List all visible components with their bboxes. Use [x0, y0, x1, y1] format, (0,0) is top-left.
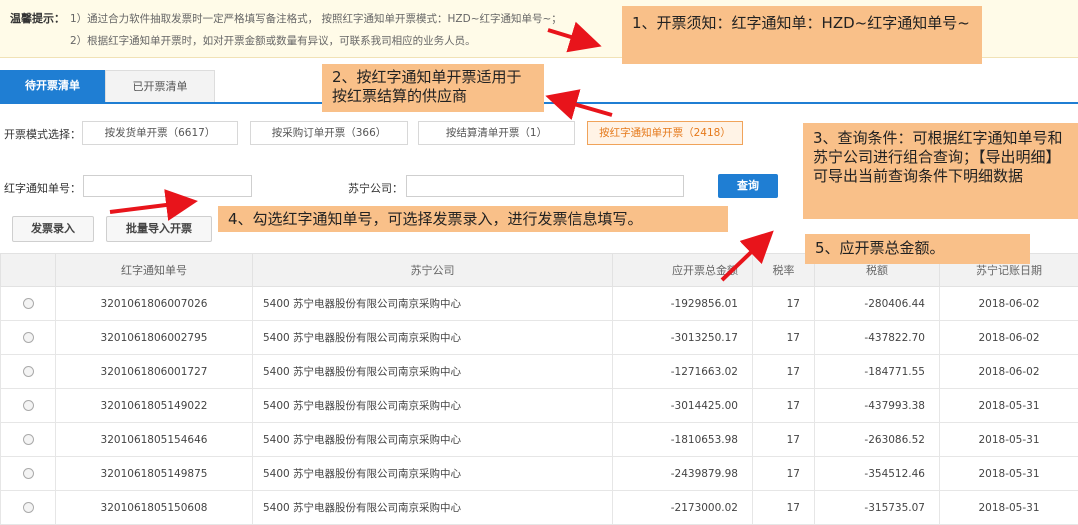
- notice-line-1: 1）通过合力软件抽取发票时一定严格填写备注格式， 按照红字通知单开票模式：HZD…: [70, 13, 562, 25]
- invoice-mode-label: 开票模式选择：: [4, 128, 81, 141]
- arrow-4: [109, 189, 198, 221]
- cell-amount: -1810653.98: [612, 422, 753, 457]
- cell-notice-no: 3201061806007026: [55, 286, 253, 321]
- search-button[interactable]: 查询: [718, 174, 778, 198]
- callout-select-row: 4、勾选红字通知单号，可选择发票录入，进行发票信息填写。: [218, 206, 728, 232]
- table-row: 3201061806002795 5400 苏宁电器股份有限公司南京采购中心 -…: [0, 320, 1078, 355]
- tab-pending-invoices[interactable]: 待开票清单: [0, 70, 105, 102]
- cell-company: 5400 苏宁电器股份有限公司南京采购中心: [252, 422, 613, 457]
- cell-company: 5400 苏宁电器股份有限公司南京采购中心: [252, 456, 613, 491]
- cell-notice-no: 3201061805149022: [55, 388, 253, 423]
- red-notice-table: 红字通知单号 苏宁公司 应开票总金额 税率 税额 苏宁记账日期 32010618…: [0, 253, 1078, 525]
- header-amount: 应开票总金额: [612, 253, 753, 287]
- cell-tax: -280406.44: [814, 286, 940, 321]
- suning-company-label: 苏宁公司：: [348, 182, 403, 195]
- cell-tax-rate: 17: [752, 456, 815, 491]
- cell-notice-no: 3201061805150608: [55, 490, 253, 525]
- table-row: 3201061805150608 5400 苏宁电器股份有限公司南京采购中心 -…: [0, 490, 1078, 525]
- radio-button[interactable]: [22, 298, 34, 309]
- radio-button[interactable]: [22, 366, 34, 377]
- batch-import-button[interactable]: 批量导入开票: [106, 216, 212, 242]
- callout-red-notice-mode: 2、按红字通知单开票适用于按红票结算的供应商: [322, 64, 544, 112]
- row-select[interactable]: [0, 422, 56, 457]
- cell-tax-rate: 17: [752, 388, 815, 423]
- suning-company-input[interactable]: [406, 175, 684, 197]
- callout-query-conditions: 3、查询条件：可根据红字通知单号和苏宁公司进行组合查询；【导出明细】可导出当前查…: [803, 123, 1078, 219]
- red-notice-no-label: 红字通知单号：: [4, 182, 81, 195]
- cell-posting-date: 2018-06-02: [939, 354, 1078, 389]
- radio-button[interactable]: [22, 468, 34, 479]
- cell-amount: -3013250.17: [612, 320, 753, 355]
- cell-tax: -263086.52: [814, 422, 940, 457]
- row-select[interactable]: [0, 490, 56, 525]
- row-select[interactable]: [0, 388, 56, 423]
- cell-tax: -315735.07: [814, 490, 940, 525]
- cell-tax-rate: 17: [752, 490, 815, 525]
- callout-invoice-notice: 1、开票须知：红字通知单：HZD~红字通知单号~: [622, 6, 982, 64]
- cell-tax: -184771.55: [814, 354, 940, 389]
- cell-notice-no: 3201061805154646: [55, 422, 253, 457]
- cell-posting-date: 2018-06-02: [939, 286, 1078, 321]
- cell-tax: -437822.70: [814, 320, 940, 355]
- cell-posting-date: 2018-05-31: [939, 388, 1078, 423]
- mode-by-settlement-button[interactable]: 按结算清单开票（1）: [418, 121, 575, 145]
- table-row: 3201061805149875 5400 苏宁电器股份有限公司南京采购中心 -…: [0, 456, 1078, 491]
- cell-posting-date: 2018-05-31: [939, 422, 1078, 457]
- radio-button[interactable]: [22, 400, 34, 411]
- cell-company: 5400 苏宁电器股份有限公司南京采购中心: [252, 490, 613, 525]
- cell-posting-date: 2018-05-31: [939, 456, 1078, 491]
- cell-notice-no: 3201061806001727: [55, 354, 253, 389]
- row-select[interactable]: [0, 320, 56, 355]
- cell-notice-no: 3201061806002795: [55, 320, 253, 355]
- mode-by-purchase-order-button[interactable]: 按采购订单开票（366）: [250, 121, 408, 145]
- cell-amount: -3014425.00: [612, 388, 753, 423]
- table-row: 3201061805149022 5400 苏宁电器股份有限公司南京采购中心 -…: [0, 388, 1078, 423]
- cell-amount: -2439879.98: [612, 456, 753, 491]
- callout-total-amount: 5、应开票总金额。: [805, 234, 1030, 264]
- row-select[interactable]: [0, 456, 56, 491]
- red-notice-no-input[interactable]: [83, 175, 252, 197]
- radio-button[interactable]: [22, 502, 34, 513]
- cell-tax: -437993.38: [814, 388, 940, 423]
- header-select: [0, 253, 56, 287]
- tab-issued-invoices[interactable]: 已开票清单: [105, 70, 215, 102]
- cell-tax-rate: 17: [752, 320, 815, 355]
- table-row: 3201061806001727 5400 苏宁电器股份有限公司南京采购中心 -…: [0, 354, 1078, 389]
- cell-company: 5400 苏宁电器股份有限公司南京采购中心: [252, 354, 613, 389]
- notice-line-2: 2）根据红字通知单开票时，如对开票金额或数量有异议，可联系我司相应的业务人员。: [70, 35, 476, 47]
- cell-company: 5400 苏宁电器股份有限公司南京采购中心: [252, 320, 613, 355]
- invoice-entry-button[interactable]: 发票录入: [12, 216, 94, 242]
- table-row: 3201061805154646 5400 苏宁电器股份有限公司南京采购中心 -…: [0, 422, 1078, 457]
- cell-company: 5400 苏宁电器股份有限公司南京采购中心: [252, 286, 613, 321]
- row-select[interactable]: [0, 354, 56, 389]
- mode-by-delivery-button[interactable]: 按发货单开票（6617）: [82, 121, 238, 145]
- cell-tax-rate: 17: [752, 286, 815, 321]
- radio-button[interactable]: [22, 332, 34, 343]
- cell-amount: -1929856.01: [612, 286, 753, 321]
- cell-amount: -2173000.02: [612, 490, 753, 525]
- radio-button[interactable]: [22, 434, 34, 445]
- cell-tax: -354512.46: [814, 456, 940, 491]
- header-company: 苏宁公司: [252, 253, 613, 287]
- cell-tax-rate: 17: [752, 354, 815, 389]
- cell-company: 5400 苏宁电器股份有限公司南京采购中心: [252, 388, 613, 423]
- cell-tax-rate: 17: [752, 422, 815, 457]
- row-select[interactable]: [0, 286, 56, 321]
- table-row: 3201061806007026 5400 苏宁电器股份有限公司南京采购中心 -…: [0, 286, 1078, 321]
- cell-posting-date: 2018-05-31: [939, 490, 1078, 525]
- mode-by-red-notice-button[interactable]: 按红字通知单开票（2418）: [587, 121, 743, 145]
- header-notice-no: 红字通知单号: [55, 253, 253, 287]
- cell-amount: -1271663.02: [612, 354, 753, 389]
- cell-posting-date: 2018-06-02: [939, 320, 1078, 355]
- notice-label: 温馨提示：: [10, 12, 65, 25]
- cell-notice-no: 3201061805149875: [55, 456, 253, 491]
